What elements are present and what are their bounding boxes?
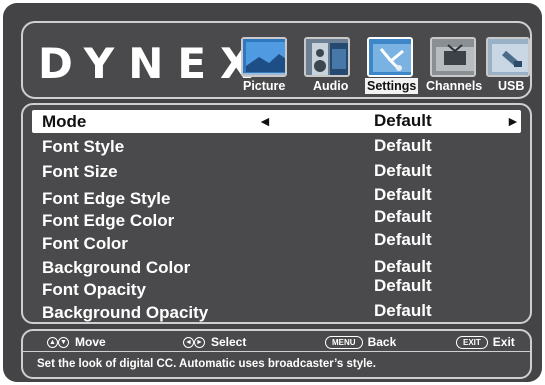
menu-item-value: Default (374, 161, 432, 180)
hint-move-label: Move (75, 335, 106, 349)
menu-item-font-color[interactable]: Font Color Default (32, 229, 521, 253)
up-down-icon: ▲ ▼ (47, 337, 69, 348)
menu-item-value: Default (374, 230, 432, 249)
menu-item-font-edge-style[interactable]: Font Edge Style Default (32, 184, 521, 208)
right-arrow-icon[interactable]: ► (506, 113, 520, 129)
menu-item-value: Default (374, 207, 432, 226)
menu-item-background-color[interactable]: Background Color Default (32, 253, 521, 277)
exit-key: EXIT (456, 336, 488, 349)
menu-item-value: Default (374, 185, 432, 204)
hint-back: MENU Back (325, 335, 396, 349)
hint-select: ◄ ► Select (183, 335, 246, 349)
menu-item-font-size[interactable]: Font Size Default (32, 160, 521, 183)
menu-footer: ▲ ▼ Move ◄ ► Select MENU Back EXIT Exit Set … (21, 329, 532, 379)
menu-key: MENU (325, 336, 363, 349)
menu-item-font-opacity[interactable]: Font Opacity Default (32, 275, 521, 299)
audio-icon (304, 37, 350, 77)
tab-channels-label: Channels (426, 79, 483, 93)
hint-exit: EXIT Exit (456, 335, 515, 349)
usb-icon (486, 37, 530, 77)
tv-menu-frame: DYNEX Picture Audio Settings Channels US… (3, 3, 542, 382)
tab-usb-label: USB (498, 79, 525, 93)
menu-item-background-opacity[interactable]: Background Opacity Default (32, 298, 521, 322)
tab-settings-label: Settings (365, 78, 419, 94)
tab-audio-label: Audio (313, 79, 349, 93)
tab-picture-label: Picture (243, 79, 286, 93)
hint-back-label: Back (367, 335, 397, 349)
settings-menu-list: Mode ◄ Default ► Font Style Default Font… (21, 103, 532, 324)
hint-select-label: Select (211, 335, 247, 349)
menu-item-font-style[interactable]: Font Style Default (32, 135, 521, 158)
menu-item-label: Font Style (42, 137, 125, 156)
left-arrow-icon[interactable]: ◄ (258, 113, 272, 129)
menu-item-label: Font Size (42, 162, 118, 181)
picture-icon (241, 37, 287, 77)
menu-item-mode[interactable]: Mode ◄ Default ► (32, 110, 521, 133)
channels-icon (430, 37, 476, 77)
menu-item-value: Default (374, 136, 432, 155)
left-right-icon: ◄ ► (183, 337, 205, 348)
menu-item-value: Default (374, 301, 432, 320)
hint-exit-label: Exit (492, 335, 515, 349)
footer-divider (23, 351, 530, 352)
menu-item-font-edge-color[interactable]: Font Edge Color Default (32, 206, 521, 230)
hint-move: ▲ ▼ Move (47, 335, 106, 349)
help-text: Set the look of digital CC. Automatic us… (37, 358, 376, 370)
settings-icon (367, 37, 413, 77)
menu-item-label: Background Opacity (42, 303, 209, 322)
menu-item-label: Font Color (42, 234, 128, 253)
menu-item-value: Default (374, 257, 432, 276)
menu-item-label: Font Opacity (42, 280, 146, 299)
menu-item-label: Mode (42, 112, 87, 131)
menu-item-label: Font Edge Color (42, 211, 175, 230)
brand-logo: DYNEX (38, 39, 267, 88)
menu-header: DYNEX Picture Audio Settings Channels US… (21, 21, 532, 99)
menu-item-value: Default (374, 276, 432, 295)
menu-item-value: Default (374, 111, 432, 130)
